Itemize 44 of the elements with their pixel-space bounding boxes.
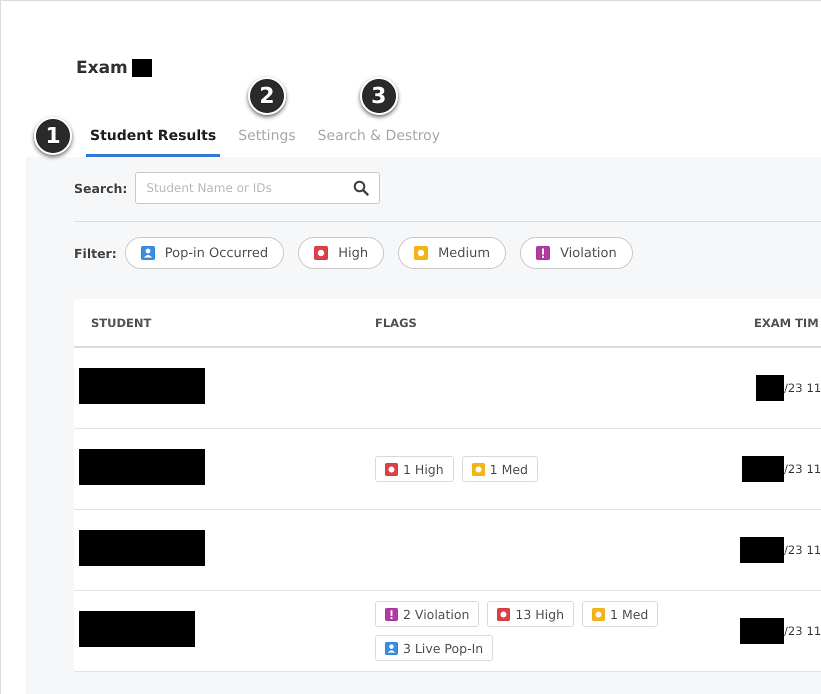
redaction-bar bbox=[740, 537, 784, 563]
exclamation-icon bbox=[385, 608, 398, 620]
date-text: /23 bbox=[784, 624, 803, 638]
date-text: /23 bbox=[784, 543, 803, 557]
alert-icon bbox=[497, 608, 510, 620]
redaction-bar bbox=[740, 618, 784, 644]
flag-tag: 2 Violation bbox=[375, 601, 480, 627]
redaction-bar bbox=[742, 456, 784, 482]
search-label: Search: bbox=[74, 180, 128, 196]
step-marker: 3 bbox=[360, 77, 398, 115]
time-text: 11 bbox=[806, 624, 821, 638]
alert-icon bbox=[414, 246, 428, 260]
search-field[interactable]: Student Name or IDs bbox=[135, 172, 380, 204]
flag-tag: 1 High bbox=[375, 456, 454, 482]
column-header: EXAM TIM bbox=[754, 316, 819, 330]
person-icon bbox=[140, 246, 155, 260]
filter-chip[interactable]: High bbox=[298, 237, 384, 269]
filter-label: Filter: bbox=[74, 246, 117, 260]
time-text: 11 bbox=[806, 462, 821, 476]
column-header: STUDENT bbox=[91, 316, 152, 330]
alert-icon bbox=[592, 608, 606, 620]
flag-tag: 13 High bbox=[487, 601, 574, 627]
date-text: /23 bbox=[784, 381, 803, 395]
date-text: /23 bbox=[784, 462, 803, 476]
step-marker: 1 bbox=[34, 117, 72, 155]
alert-icon bbox=[472, 462, 485, 476]
page-title: Exam bbox=[76, 58, 128, 78]
column-header: FLAGS bbox=[375, 316, 418, 330]
search-icon bbox=[353, 180, 370, 196]
filter-chip[interactable]: Medium bbox=[398, 237, 506, 269]
flag-tag: 1 Med bbox=[582, 601, 658, 627]
alert-icon bbox=[314, 246, 328, 260]
filter-chip[interactable]: Violation bbox=[520, 237, 633, 269]
person-icon bbox=[385, 642, 398, 654]
time-text: 11 bbox=[806, 543, 821, 557]
alert-icon bbox=[385, 462, 398, 476]
filter-chip[interactable]: Pop-in Occurred bbox=[124, 237, 284, 269]
flag-tag: 1 Med bbox=[462, 456, 538, 482]
exclamation-icon bbox=[536, 246, 550, 260]
time-text: 11 bbox=[806, 381, 821, 395]
flag-tag: 3 Live Pop-In bbox=[375, 635, 494, 661]
redaction-bar bbox=[756, 375, 784, 401]
step-marker: 2 bbox=[248, 77, 286, 115]
redaction-bar bbox=[132, 59, 152, 77]
